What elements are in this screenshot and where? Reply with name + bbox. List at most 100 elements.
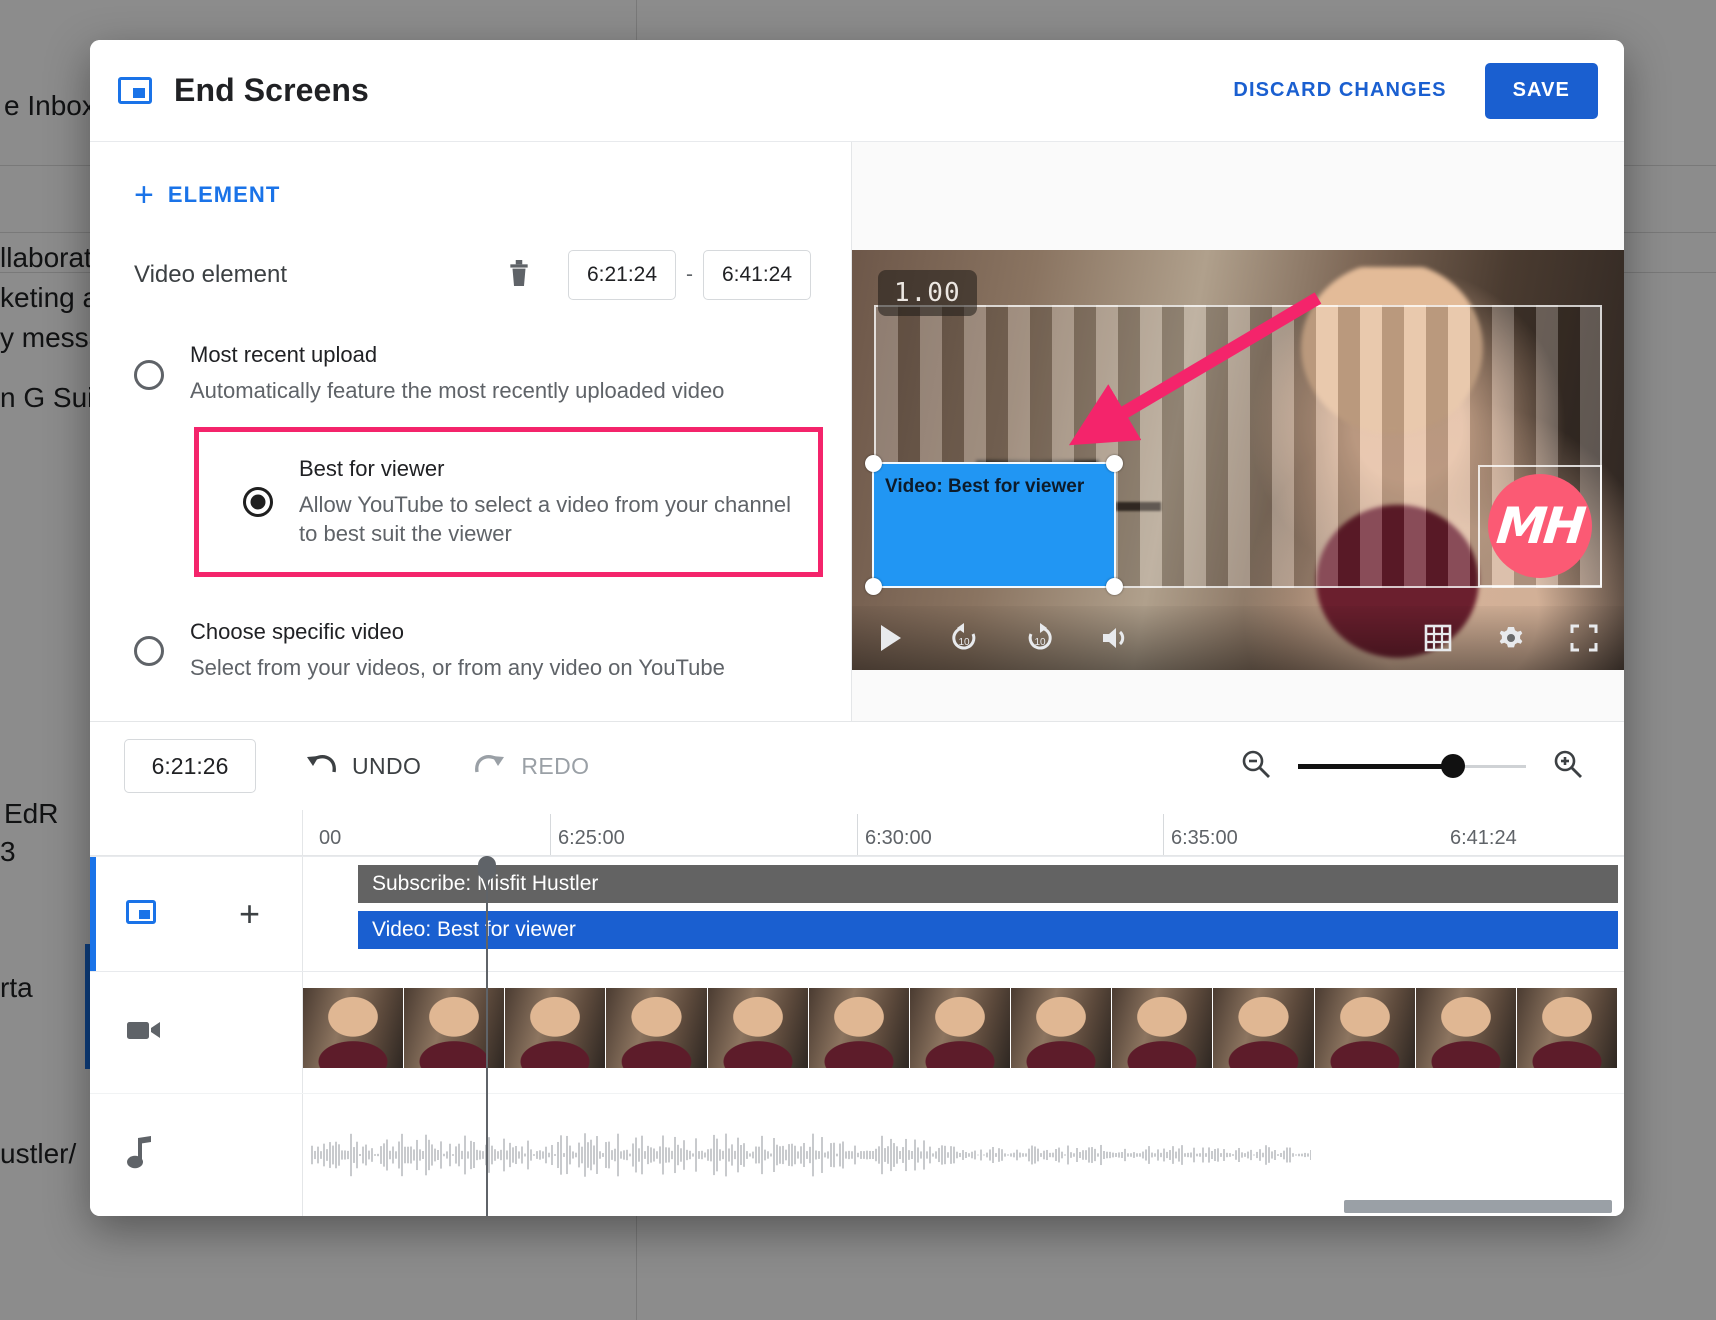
zoom-slider-fill	[1298, 763, 1454, 769]
timeline-horizontal-scrollbar[interactable]	[90, 1200, 1624, 1216]
video-thumbnail	[808, 988, 910, 1068]
option-texts: Best for viewer Allow YouTube to select …	[299, 456, 798, 548]
ruler-tick: 6:30:00	[857, 814, 932, 855]
ruler-tick: 6:41:24	[1450, 827, 1517, 849]
channel-avatar-initials: MH	[1494, 497, 1586, 555]
rewind-10-icon[interactable]: 10	[948, 622, 980, 654]
playback-speed-badge: 1.00	[878, 270, 977, 316]
video-thumbnail-strip	[303, 988, 1618, 1068]
track-lane-elements[interactable]: Subscribe: Misfit Hustler Video: Best fo…	[303, 857, 1624, 971]
timeline-tracks: + Subscribe: Misfit Hustler Video: Best …	[90, 856, 1624, 1216]
resize-handle-bottom-left[interactable]	[865, 578, 882, 595]
option-description: Allow YouTube to select a video from you…	[299, 492, 792, 547]
option-best-for-viewer[interactable]: Best for viewer Allow YouTube to select …	[199, 456, 818, 548]
option-most-recent-upload[interactable]: Most recent upload Automatically feature…	[90, 334, 851, 427]
option-title: Best for viewer	[299, 456, 445, 482]
video-thumbnail	[303, 988, 405, 1068]
end-screen-icon	[126, 899, 156, 929]
add-element-label: ELEMENT	[167, 182, 281, 207]
video-thumbnail	[1011, 988, 1113, 1068]
zoom-in-icon[interactable]	[1552, 748, 1584, 785]
dialog-body: + ELEMENT Video element 6:21:24 - 6:41:2…	[90, 142, 1624, 721]
gear-icon[interactable]	[1496, 623, 1526, 653]
end-screens-dialog: End Screens DISCARD CHANGES SAVE + ELEME…	[90, 40, 1624, 1216]
play-icon[interactable]	[878, 623, 904, 653]
video-thumbnail	[1314, 988, 1416, 1068]
option-choose-specific-video[interactable]: Choose specific video Select from your v…	[90, 613, 851, 682]
video-thumbnail	[909, 988, 1012, 1068]
undo-button[interactable]: UNDO	[300, 747, 425, 786]
dialog-header-actions: DISCARD CHANGES SAVE	[1225, 62, 1598, 119]
radio-most-recent-upload[interactable]	[134, 359, 164, 390]
ruler-tick: 6:35:00	[1163, 814, 1238, 855]
element-end-time-input[interactable]: 6:41:24	[703, 250, 811, 300]
resize-handle-bottom-right[interactable]	[1106, 578, 1123, 595]
zoom-out-icon[interactable]	[1240, 748, 1272, 785]
zoom-slider[interactable]	[1298, 754, 1526, 778]
element-header-row: Video element 6:21:24 - 6:41:24	[90, 212, 851, 300]
current-time-input[interactable]: 6:21:26	[124, 739, 256, 793]
option-title: Choose specific video	[190, 619, 405, 645]
resize-handle-top-right[interactable]	[1106, 455, 1123, 472]
dialog-header-left: End Screens	[118, 72, 369, 109]
channel-avatar: MH	[1488, 474, 1592, 578]
selected-element-box[interactable]: Video: Best for viewer	[865, 455, 1123, 595]
video-thumbnail	[707, 988, 809, 1068]
discard-changes-button[interactable]: DISCARD CHANGES	[1225, 69, 1454, 112]
forward-10-icon[interactable]: 10	[1024, 622, 1056, 654]
video-player-controls: 10 10	[852, 606, 1624, 670]
volume-icon[interactable]	[1100, 624, 1132, 652]
trash-icon[interactable]	[506, 257, 532, 294]
player-right-controls	[1380, 623, 1598, 653]
option-description: Select from your videos, or from any vid…	[190, 655, 725, 681]
timeline-toolbar: 6:21:26 UNDO REDO	[90, 722, 1624, 810]
element-editor-pane: + ELEMENT Video element 6:21:24 - 6:41:2…	[90, 142, 852, 721]
video-thumbnail	[606, 988, 708, 1068]
timeline-track-elements: + Subscribe: Misfit Hustler Video: Best …	[90, 856, 1624, 972]
element-time-controls: 6:21:24 - 6:41:24	[506, 250, 851, 300]
add-track-element-button[interactable]: +	[239, 896, 260, 932]
scrollbar-thumb[interactable]	[1344, 1200, 1612, 1213]
track-lane-audio[interactable]	[303, 1094, 1624, 1216]
radio-choose-specific-video[interactable]	[134, 635, 164, 666]
redo-button[interactable]: REDO	[469, 747, 593, 786]
grid-icon[interactable]	[1424, 624, 1452, 652]
timeline-panel: 6:21:26 UNDO REDO 00 6:25:00 6:30:00 6:3…	[90, 721, 1624, 1216]
preview-stage: 1.00 Video: Best for viewer MH 10 10	[852, 142, 1624, 721]
save-button[interactable]: SAVE	[1484, 62, 1598, 119]
undo-label: UNDO	[352, 752, 422, 779]
video-thumbnail	[1516, 988, 1618, 1068]
svg-text:10: 10	[1034, 637, 1046, 648]
video-preview[interactable]: 1.00 Video: Best for viewer MH 10 10	[852, 250, 1624, 670]
timeline-bar-subscribe[interactable]: Subscribe: Misfit Hustler	[358, 865, 1618, 903]
option-title: Most recent upload	[190, 342, 378, 367]
option-texts: Most recent upload Automatically feature…	[190, 342, 724, 405]
subscribe-element-box[interactable]: MH	[1478, 465, 1602, 587]
ruler-gutter	[90, 810, 303, 855]
resize-handle-top-left[interactable]	[865, 455, 882, 472]
music-note-icon	[126, 1135, 156, 1175]
element-start-time-input[interactable]: 6:21:24	[568, 250, 676, 300]
track-lane-video[interactable]	[303, 972, 1624, 1093]
time-range-separator: -	[686, 263, 693, 286]
fullscreen-icon[interactable]	[1570, 624, 1598, 652]
track-gutter-audio	[90, 1094, 303, 1216]
video-thumbnail	[1112, 988, 1214, 1068]
timeline-ruler[interactable]: 00 6:25:00 6:30:00 6:35:00 6:41:24	[90, 810, 1624, 856]
audio-waveform	[311, 1133, 1311, 1177]
redo-arrow-icon	[473, 753, 507, 780]
timeline-bar-video[interactable]: Video: Best for viewer	[358, 911, 1618, 949]
selected-element-label: Video: Best for viewer	[885, 476, 1085, 497]
option-description: Automatically feature the most recently …	[190, 378, 725, 403]
zoom-slider-thumb[interactable]	[1441, 754, 1466, 778]
video-thumbnail	[1213, 988, 1315, 1068]
video-thumbnail	[1415, 988, 1517, 1068]
ruler-tick: 00	[319, 827, 342, 849]
add-element-button[interactable]: + ELEMENT	[90, 142, 280, 212]
highlight-box-best-for-viewer: Best for viewer Allow YouTube to select …	[194, 427, 823, 578]
video-thumbnail	[404, 988, 506, 1068]
svg-text:10: 10	[958, 637, 970, 648]
radio-best-for-viewer[interactable]	[243, 487, 273, 518]
element-type-label: Video element	[134, 261, 287, 288]
redo-label: REDO	[521, 752, 590, 779]
